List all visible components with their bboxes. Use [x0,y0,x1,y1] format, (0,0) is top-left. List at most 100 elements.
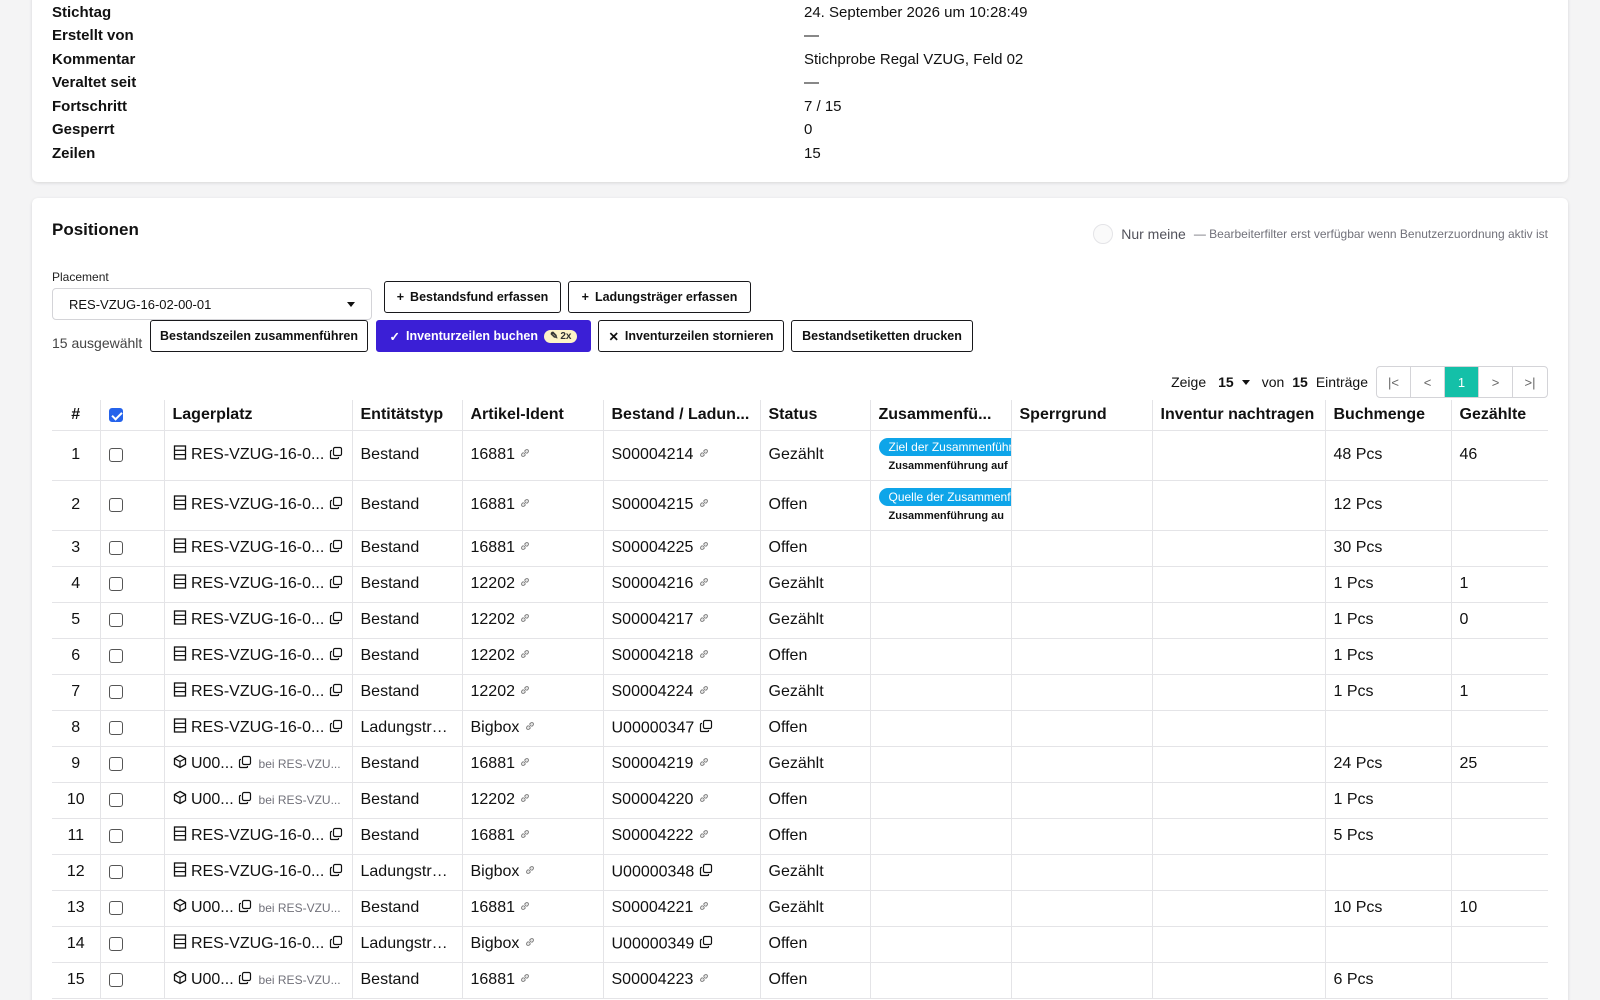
row-checkbox[interactable] [108,936,123,951]
table-row[interactable]: 10 U00... bei RES-VZU... Bestand 12202 S00… [52,782,1548,819]
table-row[interactable]: 13 U00... bei RES-VZU... Bestand 16881 S00… [52,890,1548,927]
link-icon[interactable] [698,647,710,665]
link-icon[interactable] [698,446,710,464]
add-stock-finding-button[interactable]: + Bestandsfund erfassen [384,281,561,313]
row-checkbox[interactable] [108,972,123,987]
table-row[interactable]: 6 RES-VZUG-16-0... Bestand 12202 S0000421… [52,638,1548,675]
link-icon[interactable] [519,971,531,989]
page-size-select[interactable]: 15 [1218,374,1250,390]
link-icon[interactable] [519,755,531,773]
col-header-status[interactable]: Status [760,400,871,431]
table-row[interactable]: 9 U00... bei RES-VZU... Bestand 16881 S000… [52,746,1548,783]
row-checkbox[interactable] [108,864,123,879]
link-icon[interactable] [519,791,531,809]
row-checkbox[interactable] [108,792,123,807]
copy-icon[interactable] [329,446,343,465]
row-checkbox[interactable] [108,900,123,915]
link-icon[interactable] [698,755,710,773]
col-header-select[interactable] [100,400,165,431]
row-checkbox[interactable] [108,576,123,591]
copy-icon[interactable] [329,539,343,558]
copy-icon[interactable] [238,899,252,918]
table-row[interactable]: 15 U00... bei RES-VZU... Bestand 16881 S00… [52,962,1548,999]
row-checkbox[interactable] [108,540,123,555]
link-icon[interactable] [698,791,710,809]
link-icon[interactable] [519,899,531,917]
row-checkbox[interactable] [108,497,123,512]
row-checkbox[interactable] [108,828,123,843]
copy-icon[interactable] [238,755,252,774]
row-checkbox[interactable] [108,612,123,627]
row-checkbox[interactable] [108,720,123,735]
table-row[interactable]: 3 RES-VZUG-16-0... Bestand 16881 S0000422… [52,530,1548,567]
copy-icon[interactable] [699,935,713,954]
row-checkbox[interactable] [108,756,123,771]
select-all-checkbox[interactable] [108,407,123,422]
copy-icon[interactable] [329,827,343,846]
last-page-button[interactable]: >| [1513,367,1547,397]
copy-icon[interactable] [699,863,713,882]
copy-icon[interactable] [329,935,343,954]
cancel-inventory-lines-button[interactable]: ✕ Inventurzeilen stornieren [598,320,784,352]
link-icon[interactable] [519,539,531,557]
link-icon[interactable] [698,683,710,701]
col-header-bestand[interactable]: Bestand / Ladun... [603,400,761,431]
table-row[interactable]: 11 RES-VZUG-16-0... Bestand 16881 S000042… [52,818,1548,855]
add-carrier-button[interactable]: + Ladungsträger erfassen [568,281,751,313]
placement-select[interactable]: RES-VZUG-16-02-00-01 [52,288,372,320]
col-header-lagerplatz[interactable]: Lagerplatz [164,400,353,431]
link-icon[interactable] [698,899,710,917]
link-icon[interactable] [698,827,710,845]
col-header-zusammenfuehrung[interactable]: Zusammenfü... [870,400,1012,431]
prev-page-button[interactable]: < [1411,367,1445,397]
print-stock-labels-button[interactable]: Bestandsetiketten drucken [791,320,973,352]
col-header-entitaetstyp[interactable]: Entitätstyp [352,400,463,431]
row-checkbox[interactable] [108,684,123,699]
table-row[interactable]: 7 RES-VZUG-16-0... Bestand 12202 S0000422… [52,674,1548,711]
copy-icon[interactable] [329,719,343,738]
copy-icon[interactable] [238,791,252,810]
col-header-artikel-ident[interactable]: Artikel-Ident [462,400,604,431]
table-row[interactable]: 4 RES-VZUG-16-0... Bestand 12202 S0000421… [52,566,1548,603]
copy-icon[interactable] [329,863,343,882]
link-icon[interactable] [698,611,710,629]
link-icon[interactable] [698,539,710,557]
link-icon[interactable] [519,575,531,593]
col-header-inventur-nachtragen[interactable]: Inventur nachtragen [1152,400,1326,431]
table-row[interactable]: 1 RES-VZUG-16-0... Bestand 16881 S0000421… [52,430,1548,481]
link-icon[interactable] [698,496,710,514]
link-icon[interactable] [519,647,531,665]
link-icon[interactable] [524,719,536,737]
merge-stock-lines-button[interactable]: Bestandszeilen zusammenführen [150,320,368,352]
copy-icon[interactable] [329,575,343,594]
table-row[interactable]: 8 RES-VZUG-16-0... Ladungsträ... Bigbox U… [52,710,1548,747]
link-icon[interactable] [519,683,531,701]
link-icon[interactable] [519,827,531,845]
row-checkbox[interactable] [108,648,123,663]
link-icon[interactable] [519,446,531,464]
current-page-button[interactable]: 1 [1445,367,1479,397]
book-inventory-lines-button[interactable]: ✓ Inventurzeilen buchen ✎ 2x [376,320,591,352]
positions-table-wrap[interactable]: # Lagerplatz Entitätstyp Artikel-Ident B… [52,400,1548,1000]
mine-filter-toggle[interactable] [1093,224,1114,244]
link-icon[interactable] [698,575,710,593]
col-header-gezaehlt[interactable]: Gezählte [1451,400,1548,431]
copy-icon[interactable] [238,971,252,990]
copy-icon[interactable] [329,647,343,666]
first-page-button[interactable]: |< [1377,367,1411,397]
col-header-buchmenge[interactable]: Buchmenge [1325,400,1452,431]
row-checkbox[interactable] [108,447,123,462]
link-icon[interactable] [524,863,536,881]
table-row[interactable]: 5 RES-VZUG-16-0... Bestand 12202 S0000421… [52,602,1548,639]
table-row[interactable]: 12 RES-VZUG-16-0... Ladungsträ... Bigbox … [52,854,1548,891]
col-header-sperrgrund[interactable]: Sperrgrund [1011,400,1153,431]
copy-icon[interactable] [329,611,343,630]
link-icon[interactable] [519,496,531,514]
copy-icon[interactable] [329,683,343,702]
link-icon[interactable] [698,971,710,989]
table-row[interactable]: 14 RES-VZUG-16-0... Ladungsträ... Bigbox … [52,926,1548,963]
col-header-number[interactable]: # [52,400,101,431]
next-page-button[interactable]: > [1479,367,1513,397]
copy-icon[interactable] [699,719,713,738]
table-row[interactable]: 2 RES-VZUG-16-0... Bestand 16881 S0000421… [52,480,1548,531]
